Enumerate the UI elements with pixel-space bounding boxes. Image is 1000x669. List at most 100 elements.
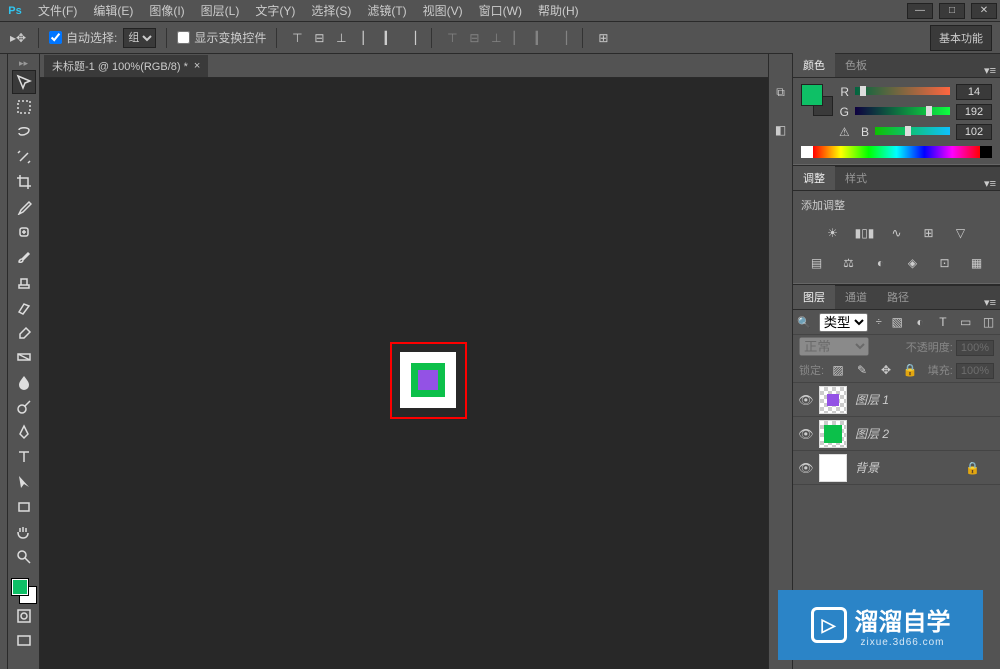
lock-position-icon[interactable]: ✥	[876, 360, 896, 380]
align-left-icon[interactable]: ▏	[357, 28, 377, 48]
tab-swatches[interactable]: 色板	[835, 53, 877, 77]
history-panel-icon[interactable]: ⧉	[771, 82, 791, 102]
adjust-panel-menu-icon[interactable]: ▾≡	[984, 177, 1000, 190]
history-brush-tool[interactable]	[12, 295, 36, 319]
clone-stamp-tool[interactable]	[12, 270, 36, 294]
vibrance-icon[interactable]: ▽	[951, 223, 971, 243]
filter-type-icon[interactable]: T	[935, 312, 950, 332]
tab-layers[interactable]: 图层	[793, 285, 835, 309]
color-preview[interactable]	[801, 84, 831, 114]
menu-file[interactable]: 文件(F)	[30, 2, 85, 19]
r-slider[interactable]	[855, 87, 950, 97]
curves-icon[interactable]: ∿	[887, 223, 907, 243]
blur-tool[interactable]	[12, 370, 36, 394]
healing-brush-tool[interactable]	[12, 220, 36, 244]
filter-smart-icon[interactable]: ◫	[981, 312, 996, 332]
path-selection-tool[interactable]	[12, 470, 36, 494]
visibility-icon[interactable]: 👁	[793, 461, 819, 475]
minimize-button[interactable]: —	[907, 3, 933, 19]
close-button[interactable]: ✕	[971, 3, 997, 19]
levels-icon[interactable]: ▮▯▮	[855, 223, 875, 243]
layer-thumb[interactable]	[819, 420, 847, 448]
layer-name[interactable]: 图层 1	[847, 391, 980, 408]
marquee-tool[interactable]	[12, 95, 36, 119]
layer-thumb[interactable]	[819, 386, 847, 414]
b-slider[interactable]	[875, 127, 950, 137]
pen-tool[interactable]	[12, 420, 36, 444]
menu-type[interactable]: 文字(Y)	[247, 2, 303, 19]
g-slider[interactable]	[855, 107, 950, 117]
auto-select-target[interactable]: 组	[123, 28, 156, 48]
maximize-button[interactable]: □	[939, 3, 965, 19]
layer-name[interactable]: 背景	[847, 459, 965, 476]
tab-paths[interactable]: 路径	[877, 285, 919, 309]
auto-select-checkbox[interactable]: 自动选择:	[49, 29, 117, 46]
color-swatch[interactable]	[12, 579, 36, 603]
workspace-switcher[interactable]: 基本功能	[930, 25, 992, 51]
show-transform-check[interactable]	[177, 31, 190, 44]
foreground-color[interactable]	[12, 579, 28, 595]
show-transform-checkbox[interactable]: 显示变换控件	[177, 29, 266, 46]
tab-adjustments[interactable]: 调整	[793, 166, 835, 190]
align-bottom-icon[interactable]: ⊥	[331, 28, 351, 48]
menu-layer[interactable]: 图层(L)	[193, 2, 248, 19]
channel-mixer-icon[interactable]: ⊡	[935, 253, 955, 273]
exposure-icon[interactable]: ⊞	[919, 223, 939, 243]
filter-kind-icon[interactable]: 🔍	[797, 316, 811, 329]
menu-view[interactable]: 视图(V)	[415, 2, 471, 19]
filter-adjust-icon[interactable]: ◐	[913, 312, 928, 332]
rectangle-tool[interactable]	[12, 495, 36, 519]
magic-wand-tool[interactable]	[12, 145, 36, 169]
lut-icon[interactable]: ▦	[967, 253, 987, 273]
filter-pixel-icon[interactable]: ▧	[890, 312, 905, 332]
hue-icon[interactable]: ▤	[807, 253, 827, 273]
auto-align-icon[interactable]: ⊞	[593, 28, 613, 48]
opacity-value[interactable]: 100%	[956, 340, 994, 356]
layers-panel-menu-icon[interactable]: ▾≡	[984, 296, 1000, 309]
filter-all-icon[interactable]: ÷	[876, 316, 882, 328]
move-tool[interactable]	[12, 70, 36, 94]
balance-icon[interactable]: ⚖	[839, 253, 859, 273]
hand-tool[interactable]	[12, 520, 36, 544]
tab-channels[interactable]: 通道	[835, 285, 877, 309]
gamut-warning-icon[interactable]: ⚠	[839, 125, 853, 139]
r-value[interactable]	[956, 84, 992, 100]
lasso-tool[interactable]	[12, 120, 36, 144]
tab-color[interactable]: 颜色	[793, 53, 835, 77]
b-value[interactable]	[956, 124, 992, 140]
layer-name[interactable]: 图层 2	[847, 425, 980, 442]
layer-row[interactable]: 👁 图层 2	[793, 417, 1000, 451]
brightness-icon[interactable]: ☀	[823, 223, 843, 243]
zoom-tool[interactable]	[12, 545, 36, 569]
eraser-tool[interactable]	[12, 320, 36, 344]
filter-kind-select[interactable]: 类型	[819, 313, 868, 332]
color-panel-menu-icon[interactable]: ▾≡	[984, 64, 1000, 77]
auto-select-check[interactable]	[49, 31, 62, 44]
visibility-icon[interactable]: 👁	[793, 427, 819, 441]
photo-filter-icon[interactable]: ◈	[903, 253, 923, 273]
lock-all-icon[interactable]: 🔒	[900, 360, 920, 380]
tab-styles[interactable]: 样式	[835, 166, 877, 190]
menu-edit[interactable]: 编辑(E)	[85, 2, 141, 19]
blend-mode-select[interactable]: 正常	[799, 337, 869, 356]
layer-row[interactable]: 👁 背景 🔒	[793, 451, 1000, 485]
align-right-icon[interactable]: ▕	[401, 28, 421, 48]
menu-filter[interactable]: 滤镜(T)	[359, 2, 414, 19]
eyedropper-tool[interactable]	[12, 195, 36, 219]
layer-thumb[interactable]	[819, 454, 847, 482]
menu-image[interactable]: 图像(I)	[141, 2, 192, 19]
menu-select[interactable]: 选择(S)	[303, 2, 359, 19]
menu-window[interactable]: 窗口(W)	[471, 2, 530, 19]
align-top-icon[interactable]: ⊤	[287, 28, 307, 48]
lock-transparent-icon[interactable]: ▨	[828, 360, 848, 380]
visibility-icon[interactable]: 👁	[793, 393, 819, 407]
fill-value[interactable]: 100%	[956, 363, 994, 379]
close-tab-icon[interactable]: ×	[194, 60, 200, 72]
filter-shape-icon[interactable]: ▭	[958, 312, 973, 332]
type-tool[interactable]	[12, 445, 36, 469]
g-value[interactable]	[956, 104, 992, 120]
screenmode-tool[interactable]	[12, 629, 36, 653]
canvas-viewport[interactable]	[40, 78, 768, 669]
crop-tool[interactable]	[12, 170, 36, 194]
hue-bar[interactable]	[801, 146, 992, 158]
